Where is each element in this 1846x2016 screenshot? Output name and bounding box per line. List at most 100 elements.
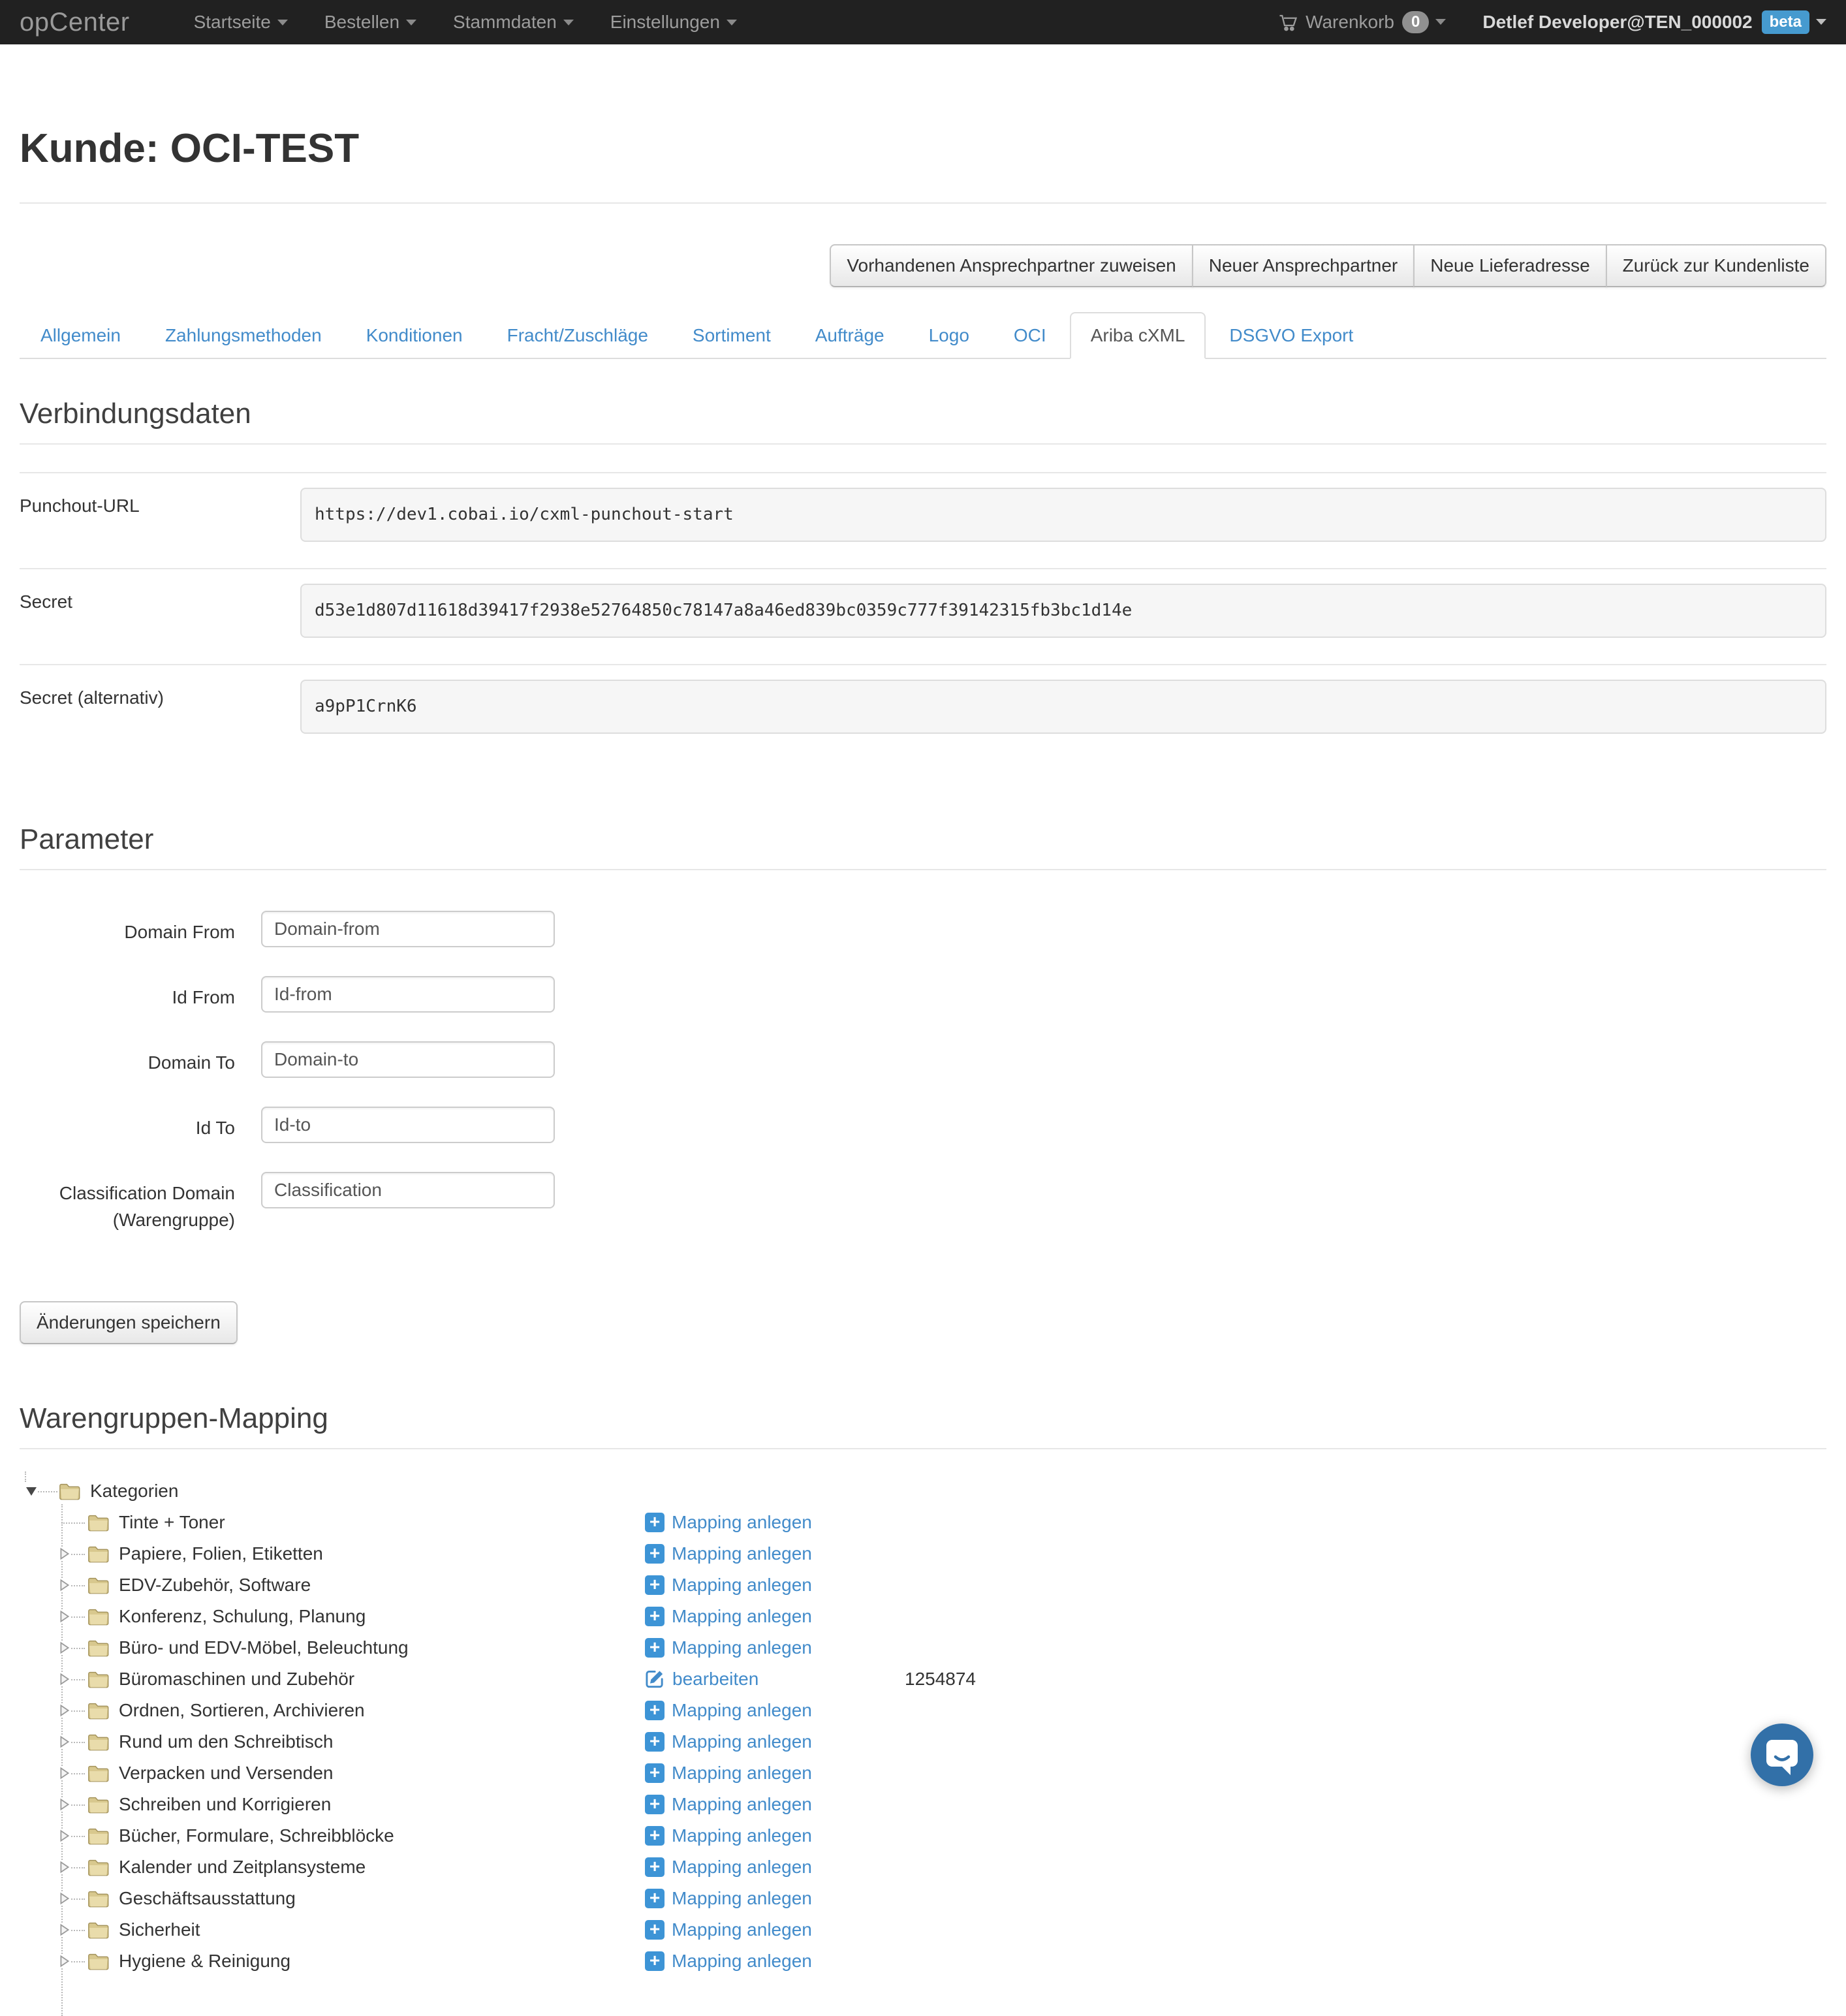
expand-toggle-icon[interactable] — [59, 1641, 70, 1654]
mapping-divider — [20, 1448, 1826, 1449]
tab-allgemein[interactable]: Allgemein — [20, 312, 142, 359]
tree-node-label[interactable]: Schreiben und Korrigieren — [119, 1794, 331, 1815]
expand-toggle-icon[interactable] — [59, 1704, 70, 1717]
tree-root-label[interactable]: Kategorien — [90, 1481, 178, 1502]
expand-toggle-icon[interactable] — [59, 1610, 70, 1623]
tree-node-label[interactable]: Konferenz, Schulung, Planung — [119, 1606, 366, 1627]
chevron-down-icon — [563, 20, 574, 25]
create-mapping-link[interactable]: +Mapping anlegen — [645, 1888, 812, 1909]
create-mapping-link[interactable]: +Mapping anlegen — [645, 1794, 812, 1815]
tab-dsgvo-export[interactable]: DSGVO Export — [1208, 312, 1374, 359]
nav-item-startseite[interactable]: Startseite — [176, 0, 306, 44]
tab-logo[interactable]: Logo — [908, 312, 990, 359]
neue-lieferadresse-button[interactable]: Neue Lieferadresse — [1413, 244, 1606, 287]
create-mapping-link[interactable]: +Mapping anlegen — [645, 1637, 812, 1658]
plus-square-icon: + — [645, 1889, 665, 1908]
tree-node-label[interactable]: Hygiene & Reinigung — [119, 1951, 290, 1972]
pencil-square-icon — [645, 1669, 665, 1689]
create-mapping-link[interactable]: +Mapping anlegen — [645, 1731, 812, 1752]
neuer-ansprechpartner-button[interactable]: Neuer Ansprechpartner — [1192, 244, 1415, 287]
tab-zahlungsmethoden[interactable]: Zahlungsmethoden — [144, 312, 343, 359]
nav-item-stammdaten[interactable]: Stammdaten — [435, 0, 592, 44]
tab-auftr-ge[interactable]: Aufträge — [794, 312, 905, 359]
create-mapping-link[interactable]: +Mapping anlegen — [645, 1951, 812, 1972]
tree-node-label[interactable]: Ordnen, Sortieren, Archivieren — [119, 1700, 365, 1721]
save-button[interactable]: Änderungen speichern — [20, 1301, 238, 1344]
expand-toggle-icon[interactable] — [59, 1735, 70, 1748]
folder-icon — [87, 1544, 110, 1564]
create-mapping-link[interactable]: +Mapping anlegen — [645, 1919, 812, 1940]
page: { "colors": { "navbar_bg": "#212121", "n… — [0, 0, 1846, 1823]
cart-menu[interactable]: Warenkorb 0 — [1278, 11, 1446, 34]
zur-ck-zur-kundenliste-button[interactable]: Zurück zur Kundenliste — [1606, 244, 1826, 287]
expand-toggle-icon[interactable] — [59, 1673, 70, 1686]
create-mapping-link[interactable]: + Mapping anlegen — [645, 1512, 812, 1533]
expand-toggle-icon[interactable] — [59, 1767, 70, 1780]
tab-ariba-cxml[interactable]: Ariba cXML — [1070, 312, 1206, 359]
tree-node-label[interactable]: Geschäftsausstattung — [119, 1888, 296, 1909]
expand-toggle-icon[interactable] — [59, 1892, 70, 1905]
create-mapping-link[interactable]: +Mapping anlegen — [645, 1825, 812, 1846]
tree-node-label[interactable]: Büromaschinen und Zubehör — [119, 1669, 354, 1690]
folder-icon — [87, 1607, 110, 1626]
field-label: Id From — [20, 976, 235, 1013]
nav-item-bestellen[interactable]: Bestellen — [306, 0, 435, 44]
tree-node-label[interactable]: Büro- und EDV-Möbel, Beleuchtung — [119, 1637, 409, 1658]
tree-node-label[interactable]: Kalender und Zeitplansysteme — [119, 1857, 366, 1878]
chat-launcher-button[interactable] — [1751, 1724, 1813, 1786]
tree-node-label[interactable]: Bücher, Formulare, Schreibblöcke — [119, 1825, 394, 1846]
create-mapping-link[interactable]: +Mapping anlegen — [645, 1606, 812, 1627]
nav-item-label: Startseite — [194, 12, 271, 33]
edit-mapping-link[interactable]: bearbeiten — [645, 1669, 759, 1690]
tree-node-label[interactable]: Tinte + Toner — [119, 1512, 225, 1533]
tree-node-b-cher-formulare-schreibbl-cke: Bücher, Formulare, Schreibblöcke +Mapping… — [20, 1820, 1826, 1851]
create-mapping-label: Mapping anlegen — [672, 1512, 812, 1533]
domain-to-input[interactable] — [261, 1041, 555, 1078]
tree-node-label[interactable]: Verpacken und Versenden — [119, 1763, 333, 1784]
form-group-id-from: Id From — [20, 976, 1826, 1013]
expand-toggle-icon[interactable] — [59, 1923, 70, 1936]
plus-square-icon: + — [645, 1513, 665, 1532]
tab-fracht-zuschl-ge[interactable]: Fracht/Zuschläge — [486, 312, 669, 359]
create-mapping-link[interactable]: +Mapping anlegen — [645, 1857, 812, 1878]
tree-node-papiere-folien-etiketten: Papiere, Folien, Etiketten +Mapping anleg… — [20, 1538, 1826, 1569]
create-mapping-link[interactable]: +Mapping anlegen — [645, 1700, 812, 1721]
collapse-toggle-icon[interactable] — [25, 1485, 38, 1498]
tab-konditionen[interactable]: Konditionen — [345, 312, 484, 359]
create-mapping-link[interactable]: +Mapping anlegen — [645, 1575, 812, 1596]
cart-count-badge: 0 — [1402, 11, 1429, 34]
id-from-input[interactable] — [261, 976, 555, 1013]
folder-icon — [87, 1763, 110, 1783]
plus-square-icon: + — [645, 1795, 665, 1814]
create-mapping-link[interactable]: +Mapping anlegen — [645, 1763, 812, 1784]
domain-from-input[interactable] — [261, 911, 555, 947]
tab-sortiment[interactable]: Sortiment — [672, 312, 792, 359]
folder-icon — [87, 1889, 110, 1908]
expand-toggle-icon[interactable] — [59, 1861, 70, 1874]
tree-node-label[interactable]: Papiere, Folien, Etiketten — [119, 1543, 323, 1564]
tree-node-kalender-und-zeitplansysteme: Kalender und Zeitplansysteme +Mapping anl… — [20, 1851, 1826, 1883]
tree-node-b-romaschinen-und-zubeh-r: Büromaschinen und Zubehörbearbeiten12548… — [20, 1663, 1826, 1695]
tree-node-label[interactable]: Sicherheit — [119, 1919, 200, 1940]
expand-toggle-icon[interactable] — [59, 1547, 70, 1560]
expand-toggle-icon[interactable] — [59, 1579, 70, 1592]
tree-node-label[interactable]: Rund um den Schreibtisch — [119, 1731, 333, 1752]
connection-row-punchout-url: Punchout-URLhttps://dev1.cobai.io/cxml-p… — [20, 472, 1826, 568]
plus-square-icon: + — [645, 1638, 665, 1658]
expand-toggle-icon[interactable] — [59, 1955, 70, 1968]
vorhandenen-ansprechpartner-zuweisen-button[interactable]: Vorhandenen Ansprechpartner zuweisen — [830, 244, 1193, 287]
id-to-input[interactable] — [261, 1107, 555, 1143]
classification-domain-warengruppe-input[interactable] — [261, 1172, 555, 1208]
chevron-down-icon — [727, 20, 737, 25]
user-menu[interactable]: Detlef Developer@TEN_000002 beta — [1482, 10, 1826, 35]
app-logo[interactable]: opCenter — [20, 8, 130, 37]
expand-toggle-icon[interactable] — [59, 1798, 70, 1811]
nav-item-einstellungen[interactable]: Einstellungen — [592, 0, 755, 44]
tab-oci[interactable]: OCI — [993, 312, 1067, 359]
create-mapping-label: Mapping anlegen — [672, 1857, 812, 1878]
create-mapping-label: Mapping anlegen — [672, 1700, 812, 1721]
create-mapping-label: Mapping anlegen — [672, 1731, 812, 1752]
expand-toggle-icon[interactable] — [59, 1829, 70, 1842]
tree-node-label[interactable]: EDV-Zubehör, Software — [119, 1575, 311, 1596]
create-mapping-link[interactable]: +Mapping anlegen — [645, 1543, 812, 1564]
